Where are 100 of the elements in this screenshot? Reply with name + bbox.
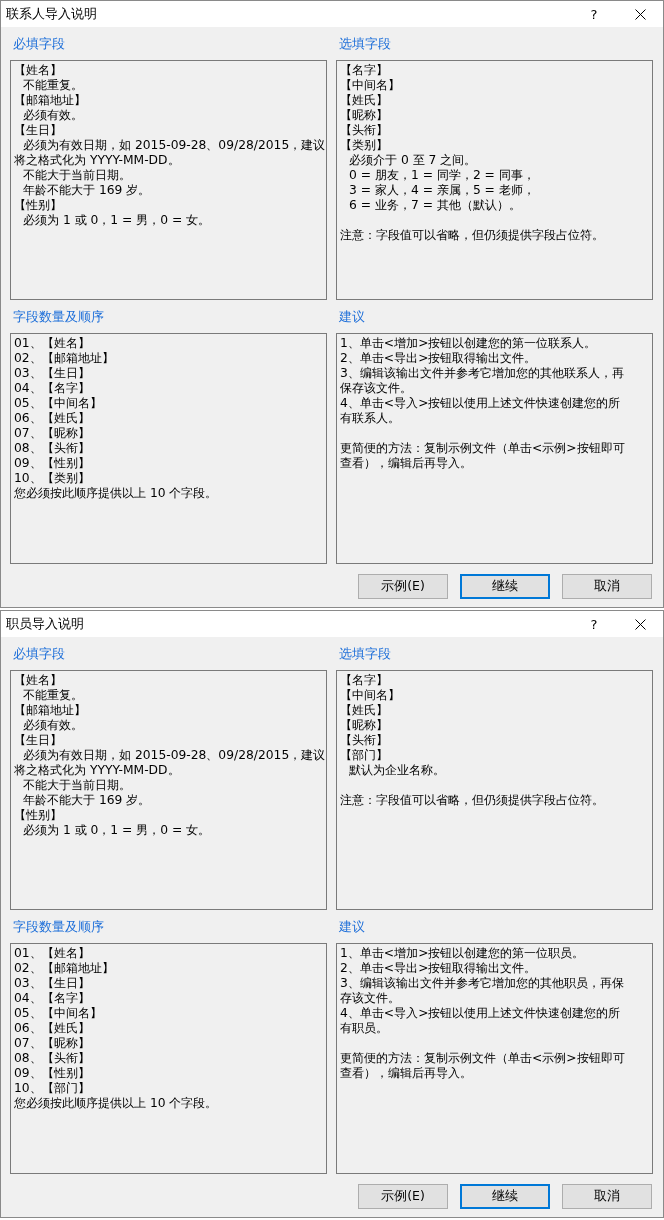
text-line: 08、【头衔】	[14, 1051, 91, 1066]
section-heading: 选填字段	[338, 645, 392, 663]
text-line: 更简便的方法：复制示例文件（单击<示例>按钮即可	[340, 441, 626, 456]
text-line: 07、【昵称】	[14, 426, 91, 441]
text-line: 06、【姓氏】	[14, 411, 91, 426]
text-line: 【头衔】	[340, 733, 389, 748]
section-heading: 建议	[338, 308, 366, 326]
text-line: 09、【性别】	[14, 456, 91, 471]
text-line: 4、单击<导入>按钮以使用上述文件快速创建您的所	[340, 1006, 622, 1021]
text-line: 【昵称】	[340, 108, 389, 123]
text-line: 【姓名】	[14, 63, 63, 78]
text-line: 【昵称】	[340, 718, 389, 733]
text-line: 【性别】	[14, 808, 63, 823]
text-line: 必须为 1 或 0，1 = 男，0 = 女。	[22, 823, 212, 838]
window-title: 职员导入说明	[6, 615, 85, 633]
text-line: 6 = 业务，7 = 其他（默认）。	[348, 198, 522, 213]
text-line: 2、单击<导出>按钮取得输出文件。	[340, 961, 538, 976]
text-line: 04、【名字】	[14, 991, 91, 1006]
text-line: 【邮箱地址】	[14, 703, 87, 718]
text-line: 必须为 1 或 0，1 = 男，0 = 女。	[22, 213, 212, 228]
text-area[interactable]: 【姓名】 不能重复。 【邮箱地址】 必须有效。 【生日】 必须为有效日期，如 2015-09-28、09/28/2015，建议 将之格式化为 YYYY-MM-DD。 不能大于当前日期。 年龄不能大于 169 岁。 【性别】 必须为 1 或 0，1 = 男，0 = 女。	[10, 60, 327, 300]
text-line: 将之格式化为 YYYY-MM-DD。	[14, 763, 181, 778]
text-line: 【生日】	[14, 733, 63, 748]
text-line: 05、【中间名】	[14, 396, 103, 411]
dialog-button[interactable]: 示例(E)	[358, 574, 448, 599]
text-line: 有职员。	[340, 1021, 389, 1036]
text-area[interactable]: 【名字】 【中间名】 【姓氏】 【昵称】 【头衔】 【部门】 默认为企业名称。 注意：字段值可以省略，但仍须提供字段占位符。	[336, 670, 653, 910]
text-line: 您必须按此顺序提供以上 10 个字段。	[14, 486, 219, 501]
text-line: 【头衔】	[340, 123, 389, 138]
dialog-button[interactable]: 继续	[460, 574, 550, 599]
section-heading: 必填字段	[12, 645, 66, 663]
text-line: 必须介于 0 至 7 之间。	[348, 153, 478, 168]
text-line: 04、【名字】	[14, 381, 91, 396]
text-line: 08、【头衔】	[14, 441, 91, 456]
text-area[interactable]: 【姓名】 不能重复。 【邮箱地址】 必须有效。 【生日】 必须为有效日期，如 2015-09-28、09/28/2015，建议 将之格式化为 YYYY-MM-DD。 不能大于当前日期。 年龄不能大于 169 岁。 【性别】 必须为 1 或 0，1 = 男，0 = 女。	[10, 670, 327, 910]
text-line: 02、【邮箱地址】	[14, 961, 115, 976]
section-heading: 建议	[338, 918, 366, 936]
text-line: 查看），编辑后再导入。	[340, 456, 473, 471]
text-line: 06、【姓氏】	[14, 1021, 91, 1036]
text-line: 存该文件。	[340, 991, 401, 1006]
text-line: 注意：字段值可以省略，但仍须提供字段占位符。	[340, 228, 605, 243]
text-line: 【名字】	[340, 673, 389, 688]
close-icon	[634, 8, 646, 20]
text-line: 01、【姓名】	[14, 336, 91, 351]
text-line: 年龄不能大于 169 岁。	[22, 183, 152, 198]
section-heading: 必填字段	[12, 35, 66, 53]
text-line: 必须为有效日期，如 2015-09-28、09/28/2015，建议	[22, 748, 323, 763]
text-line: 3、编辑该输出文件并参考它增加您的其他职员，再保	[340, 976, 625, 991]
text-line: 【姓氏】	[340, 703, 389, 718]
help-button[interactable]: ?	[571, 611, 617, 637]
text-line: 必须有效。	[22, 718, 84, 733]
text-line: 07、【昵称】	[14, 1036, 91, 1051]
text-line: 【中间名】	[340, 78, 401, 93]
text-line: 有联系人。	[340, 411, 401, 426]
text-line: 更简便的方法：复制示例文件（单击<示例>按钮即可	[340, 1051, 626, 1066]
dialog-button[interactable]: 取消	[562, 1184, 652, 1209]
text-line: 03、【生日】	[14, 976, 91, 991]
text-line: 1、单击<增加>按钮以创建您的第一位联系人。	[340, 336, 598, 351]
text-line: 保存该文件。	[340, 381, 413, 396]
dialog-button[interactable]: 取消	[562, 574, 652, 599]
text-line: 不能重复。	[22, 78, 84, 93]
text-line: 【姓氏】	[340, 93, 389, 108]
dialog-button[interactable]: 示例(E)	[358, 1184, 448, 1209]
text-line: 10、【类别】	[14, 471, 91, 486]
text-line: 不能重复。	[22, 688, 84, 703]
text-area[interactable]: 1、单击<增加>按钮以创建您的第一位联系人。 2、单击<导出>按钮取得输出文件。 3、编辑该输出文件并参考它增加您的其他联系人，再 保存该文件。 4、单击<导入>按钮以使用上述文件快速创建您的所 有联系人。 更简便的方法：复制示例文件（单击<示例>按钮即可 查看），编辑后再导入。	[336, 333, 653, 564]
text-line: 不能大于当前日期。	[22, 168, 132, 183]
text-line: 03、【生日】	[14, 366, 91, 381]
text-line: 必须为有效日期，如 2015-09-28、09/28/2015，建议	[22, 138, 323, 153]
text-area[interactable]: 01、【姓名】 02、【邮箱地址】 03、【生日】 04、【名字】 05、【中间名】 06、【姓氏】 07、【昵称】 08、【头衔】 09、【性别】 10、【类别】 您必须按此顺序提供以上 10 个字段。	[10, 333, 327, 564]
text-line: 【类别】	[340, 138, 389, 153]
text-line: 2、单击<导出>按钮取得输出文件。	[340, 351, 538, 366]
section-heading: 字段数量及顺序	[12, 918, 105, 936]
section-heading: 选填字段	[338, 35, 392, 53]
text-line: 【中间名】	[340, 688, 401, 703]
text-line: 查看），编辑后再导入。	[340, 1066, 473, 1081]
help-button[interactable]: ?	[571, 1, 617, 27]
text-line: 默认为企业名称。	[348, 763, 446, 778]
text-line: 【生日】	[14, 123, 63, 138]
text-line: 将之格式化为 YYYY-MM-DD。	[14, 153, 181, 168]
text-line: 3、编辑该输出文件并参考它增加您的其他联系人，再	[340, 366, 625, 381]
text-line: 【邮箱地址】	[14, 93, 87, 108]
text-line: 10、【部门】	[14, 1081, 91, 1096]
text-line: 年龄不能大于 169 岁。	[22, 793, 152, 808]
text-line: 您必须按此顺序提供以上 10 个字段。	[14, 1096, 219, 1111]
text-line: 0 = 朋友，1 = 同学，2 = 同事，	[348, 168, 536, 183]
text-line: 【名字】	[340, 63, 389, 78]
text-line: 3 = 家人，4 = 亲属，5 = 老师，	[348, 183, 536, 198]
close-icon	[634, 618, 646, 630]
text-area[interactable]: 01、【姓名】 02、【邮箱地址】 03、【生日】 04、【名字】 05、【中间名】 06、【姓氏】 07、【昵称】 08、【头衔】 09、【性别】 10、【部门】 您必须按此顺序提供以上 10 个字段。	[10, 943, 327, 1174]
text-line: 注意：字段值可以省略，但仍须提供字段占位符。	[340, 793, 605, 808]
text-line: 1、单击<增加>按钮以创建您的第一位职员。	[340, 946, 586, 961]
section-heading: 字段数量及顺序	[12, 308, 105, 326]
text-line: 不能大于当前日期。	[22, 778, 132, 793]
text-line: 09、【性别】	[14, 1066, 91, 1081]
text-area[interactable]: 1、单击<增加>按钮以创建您的第一位职员。 2、单击<导出>按钮取得输出文件。 3、编辑该输出文件并参考它增加您的其他职员，再保 存该文件。 4、单击<导入>按钮以使用上述文件快速创建您的所 有职员。 更简便的方法：复制示例文件（单击<示例>按钮即可 查看），编辑后再导入。	[336, 943, 653, 1174]
text-line: 【部门】	[340, 748, 389, 763]
dialog-button[interactable]: 继续	[460, 1184, 550, 1209]
text-line: 05、【中间名】	[14, 1006, 103, 1021]
text-area[interactable]: 【名字】 【中间名】 【姓氏】 【昵称】 【头衔】 【类别】 必须介于 0 至 7 之间。 0 = 朋友，1 = 同学，2 = 同事， 3 = 家人，4 = 亲属，5 = 老师， 6 = 业务，7 = 其他（默认）。 注意：字段值可以省略，但仍须提供字段占位符。	[336, 60, 653, 300]
